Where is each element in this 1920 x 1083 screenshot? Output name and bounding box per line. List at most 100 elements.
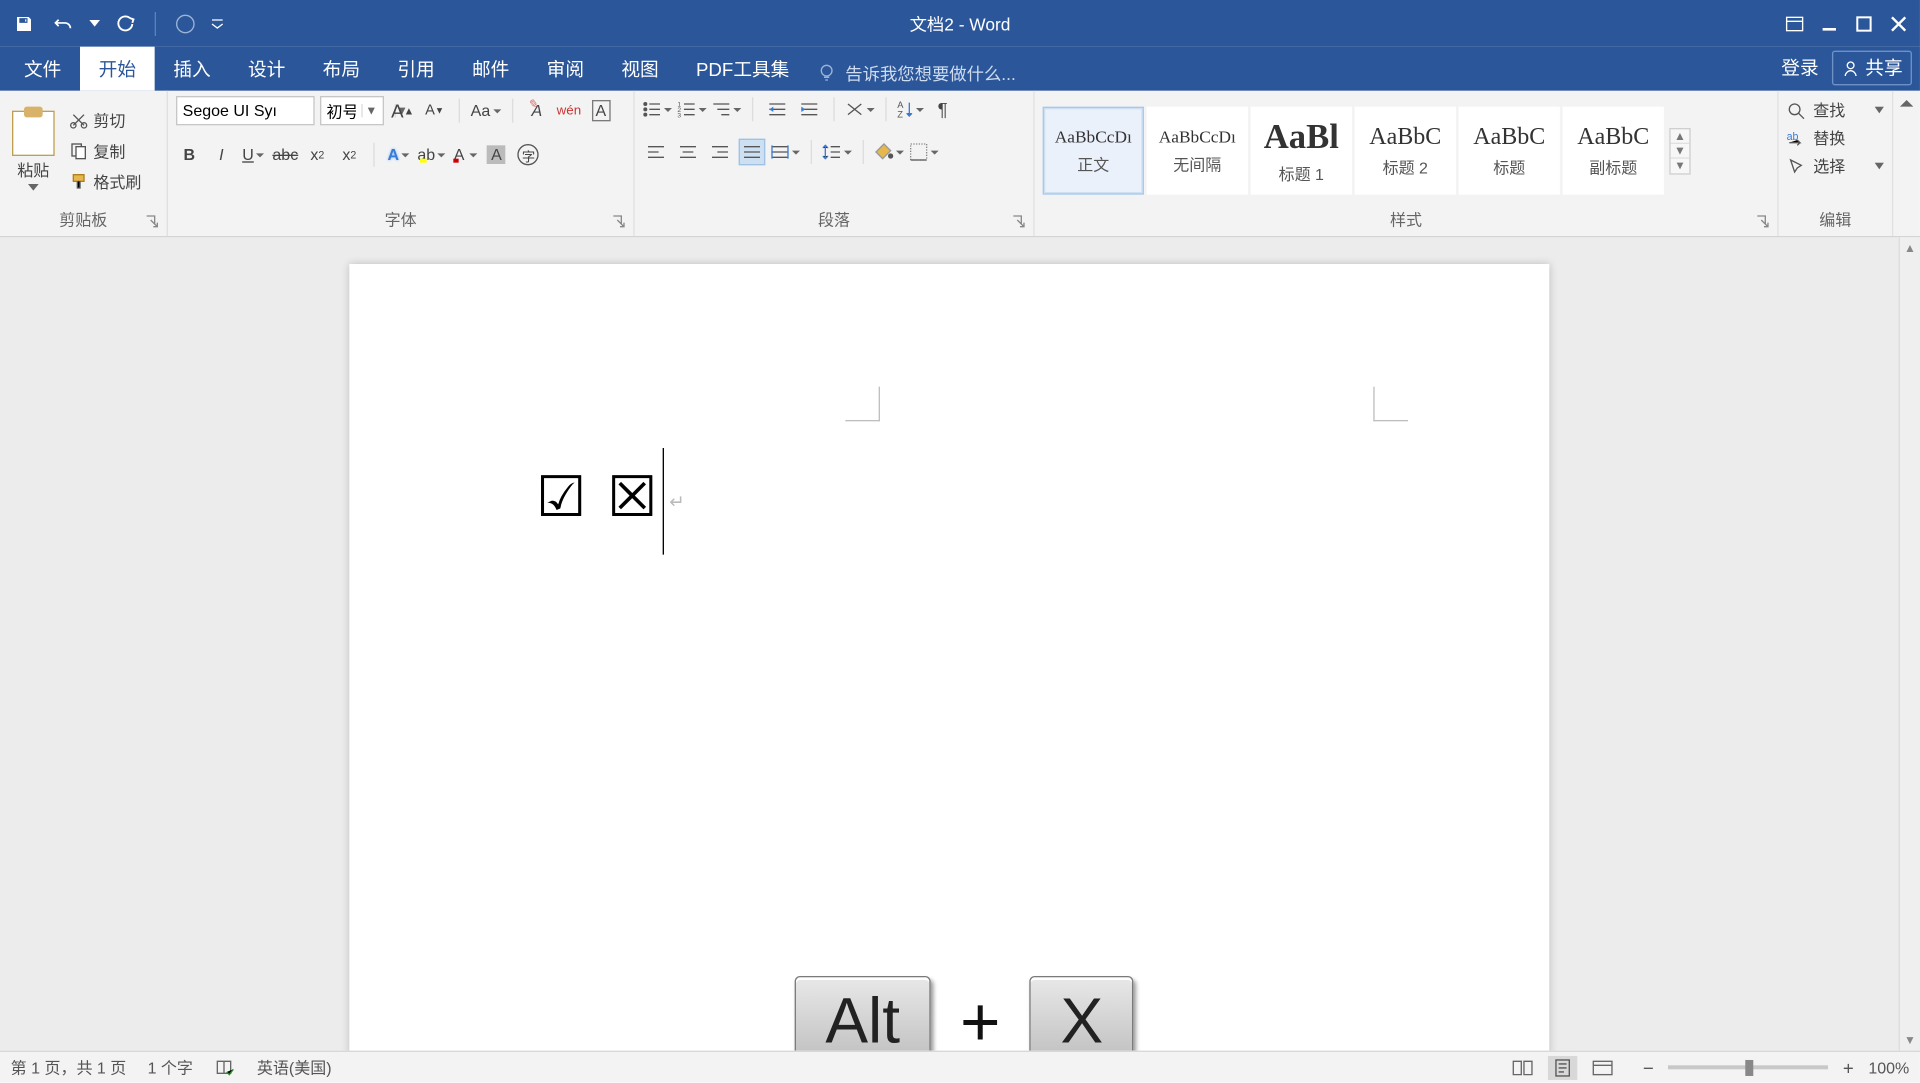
- cut-button[interactable]: 剪切: [64, 106, 147, 134]
- qat-customize[interactable]: [209, 7, 225, 39]
- language-indicator[interactable]: 英语(美国): [257, 1056, 332, 1079]
- minimize-button[interactable]: [1813, 7, 1845, 39]
- font-size-dropdown[interactable]: ▼: [361, 104, 380, 117]
- word-count[interactable]: 1 个字: [148, 1056, 193, 1079]
- grow-font-button[interactable]: A▲: [389, 97, 416, 124]
- font-size-input[interactable]: [321, 101, 361, 120]
- asian-layout-button[interactable]: [845, 96, 874, 123]
- show-marks-button[interactable]: ¶: [929, 96, 956, 123]
- shrink-font-button[interactable]: A▼: [421, 97, 448, 124]
- redo-button[interactable]: [109, 7, 141, 39]
- borders-button[interactable]: [909, 139, 938, 166]
- document-content[interactable]: ☑ ☒↵: [536, 448, 688, 555]
- find-button[interactable]: 查找: [1781, 96, 1889, 124]
- paragraph-dialog-launcher[interactable]: [1012, 215, 1028, 231]
- font-size-combo[interactable]: ▼: [320, 96, 384, 125]
- login-link[interactable]: 登录: [1781, 55, 1818, 82]
- distributed-button[interactable]: [771, 139, 800, 166]
- align-right-button[interactable]: [707, 139, 734, 166]
- shading-button[interactable]: [875, 139, 904, 166]
- multilevel-list-button[interactable]: [712, 96, 741, 123]
- numbering-button[interactable]: 123: [677, 96, 706, 123]
- tab-home[interactable]: 开始: [80, 47, 155, 91]
- web-layout-button[interactable]: [1588, 1055, 1617, 1079]
- tab-insert[interactable]: 插入: [155, 47, 230, 91]
- zoom-level[interactable]: 100%: [1868, 1058, 1909, 1077]
- line-spacing-button[interactable]: [823, 139, 852, 166]
- style-item-4[interactable]: AaBbC标题: [1459, 107, 1560, 195]
- paste-button[interactable]: 粘贴: [8, 111, 59, 191]
- italic-button[interactable]: I: [208, 141, 235, 168]
- gallery-expand[interactable]: ▾: [1671, 158, 1690, 173]
- tab-references[interactable]: 引用: [379, 47, 454, 91]
- touch-mode-button[interactable]: [169, 7, 201, 39]
- collapse-ribbon-button[interactable]: [1893, 91, 1920, 236]
- tab-pdftools[interactable]: PDF工具集: [677, 47, 808, 91]
- font-dialog-launcher[interactable]: [612, 215, 628, 231]
- tell-me-search[interactable]: 告诉我您想要做什么...: [808, 60, 1026, 85]
- tab-file[interactable]: 文件: [5, 47, 80, 91]
- highlight-button[interactable]: ab: [417, 141, 445, 168]
- styles-gallery[interactable]: AaBbCcDı正文AaBbCcDı无间隔AaBl标题 1AaBbC标题 2Aa…: [1043, 107, 1664, 195]
- styles-dialog-launcher[interactable]: [1756, 215, 1772, 231]
- style-item-5[interactable]: AaBbC副标题: [1563, 107, 1664, 195]
- bullets-button[interactable]: [643, 96, 672, 123]
- gallery-scroll-down[interactable]: ▼: [1671, 143, 1690, 158]
- text-effects-button[interactable]: A: [385, 141, 412, 168]
- scroll-down-button[interactable]: ▼: [1900, 1029, 1920, 1050]
- maximize-button[interactable]: [1848, 7, 1880, 39]
- tab-layout[interactable]: 布局: [304, 47, 379, 91]
- undo-dropdown[interactable]: [88, 7, 101, 39]
- strikethrough-button[interactable]: abc: [272, 141, 299, 168]
- character-shading-button[interactable]: A: [483, 141, 510, 168]
- zoom-thumb[interactable]: [1746, 1060, 1754, 1076]
- undo-button[interactable]: [48, 7, 80, 39]
- gallery-scroll-up[interactable]: ▲: [1671, 129, 1690, 144]
- page-indicator[interactable]: 第 1 页，共 1 页: [11, 1056, 127, 1079]
- style-item-0[interactable]: AaBbCcDı正文: [1043, 107, 1144, 195]
- read-mode-button[interactable]: [1508, 1055, 1537, 1079]
- print-layout-button[interactable]: [1548, 1055, 1577, 1079]
- change-case-button[interactable]: Aa: [471, 97, 501, 124]
- share-button[interactable]: 共享: [1832, 51, 1912, 86]
- tab-review[interactable]: 审阅: [528, 47, 603, 91]
- sort-button[interactable]: AZ: [897, 96, 924, 123]
- vertical-scrollbar[interactable]: ▲ ▼: [1899, 237, 1920, 1050]
- scroll-up-button[interactable]: ▲: [1900, 237, 1920, 258]
- tab-mailings[interactable]: 邮件: [453, 47, 528, 91]
- enclose-characters-button[interactable]: 字: [515, 141, 542, 168]
- style-item-2[interactable]: AaBl标题 1: [1251, 107, 1352, 195]
- decrease-indent-button[interactable]: [764, 96, 791, 123]
- zoom-out-button[interactable]: −: [1639, 1057, 1658, 1078]
- font-color-button[interactable]: A: [451, 141, 478, 168]
- subscript-button[interactable]: x2: [304, 141, 331, 168]
- phonetic-guide-button[interactable]: wén: [556, 97, 583, 124]
- ribbon-display-options[interactable]: [1779, 7, 1811, 39]
- replace-button[interactable]: ab 替换: [1781, 124, 1889, 152]
- copy-button[interactable]: 复制: [64, 137, 147, 165]
- page[interactable]: [349, 264, 1549, 1051]
- increase-indent-button[interactable]: [796, 96, 823, 123]
- close-button[interactable]: [1883, 7, 1915, 39]
- clipboard-dialog-launcher[interactable]: [145, 215, 161, 231]
- zoom-in-button[interactable]: +: [1839, 1057, 1858, 1078]
- underline-button[interactable]: U: [240, 141, 267, 168]
- proofing-button[interactable]: [214, 1058, 235, 1077]
- character-border-button[interactable]: A: [588, 97, 615, 124]
- style-item-1[interactable]: AaBbCcDı无间隔: [1147, 107, 1248, 195]
- align-left-button[interactable]: [643, 139, 670, 166]
- document-area[interactable]: ☑ ☒↵ Alt + X: [0, 237, 1920, 1050]
- zoom-slider[interactable]: [1668, 1065, 1828, 1069]
- font-name-combo[interactable]: ▼: [176, 96, 315, 125]
- justify-button[interactable]: [739, 139, 766, 166]
- save-button[interactable]: [8, 7, 40, 39]
- tab-design[interactable]: 设计: [229, 47, 304, 91]
- clear-formatting-button[interactable]: A✎: [524, 97, 551, 124]
- bold-button[interactable]: B: [176, 141, 203, 168]
- align-center-button[interactable]: [675, 139, 702, 166]
- style-item-3[interactable]: AaBbC标题 2: [1355, 107, 1456, 195]
- tab-view[interactable]: 视图: [603, 47, 678, 91]
- superscript-button[interactable]: x2: [336, 141, 363, 168]
- format-painter-button[interactable]: 格式刷: [64, 167, 147, 195]
- select-button[interactable]: 选择: [1781, 152, 1889, 180]
